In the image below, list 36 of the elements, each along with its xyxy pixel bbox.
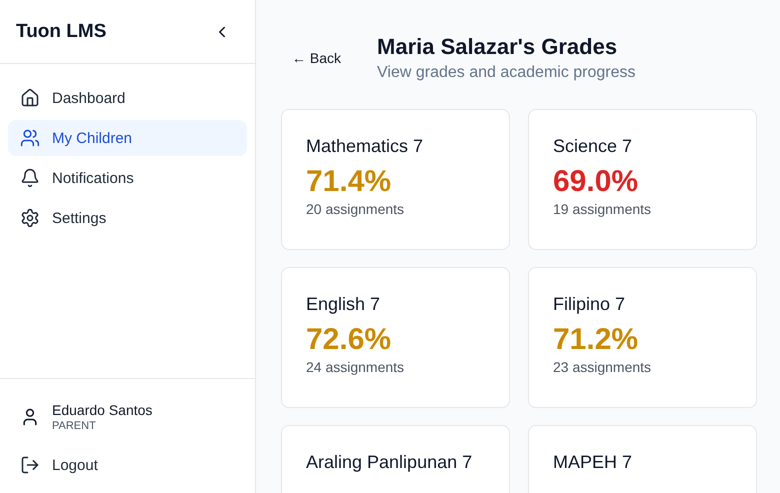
grade-card[interactable]: MAPEH 7: [528, 425, 757, 493]
grade-card[interactable]: English 7 72.6% 24 assignments: [281, 267, 510, 408]
subject-name: Filipino 7: [553, 294, 626, 315]
house-icon: [20, 88, 40, 108]
grade-card[interactable]: Science 7 69.0% 19 assignments: [528, 109, 757, 250]
grade-card[interactable]: Araling Panlipunan 7: [281, 425, 510, 493]
subject-name: English 7: [306, 294, 382, 315]
page-title: Maria Salazar's Grades: [377, 33, 618, 61]
nav-item[interactable]: Settings: [8, 200, 247, 236]
people-icon: [20, 128, 40, 148]
bell-icon: [20, 168, 40, 188]
logout-icon: [20, 455, 40, 475]
subject-name: MAPEH 7: [553, 452, 634, 473]
assignment-count: 19 assignments: [553, 201, 652, 217]
grade-percent: 71.4%: [306, 165, 392, 199]
assignment-count: 20 assignments: [306, 201, 406, 217]
gear-icon: [20, 208, 40, 228]
assignment-count: 24 assignments: [306, 359, 406, 375]
page-subtitle: View grades and academic progress: [377, 64, 636, 82]
subject-name: Mathematics 7: [306, 136, 424, 157]
brand-name: Tuon LMS: [16, 20, 106, 42]
nav-item[interactable]: Notifications: [8, 160, 247, 196]
grade-percent: 71.2%: [553, 323, 640, 357]
grade-card[interactable]: Filipino 7 71.2% 23 assignments: [528, 267, 757, 408]
grade-card[interactable]: Mathematics 7 71.4% 20 assignments: [281, 109, 510, 250]
nav-item[interactable]: Dashboard: [8, 80, 247, 116]
grade-percent: 69.0%: [553, 165, 640, 199]
assignment-count: 23 assignments: [553, 359, 652, 375]
subject-name: Araling Panlipunan 7: [306, 452, 474, 473]
back-button[interactable]: ← Back: [280, 42, 354, 74]
nav-item[interactable]: My Children: [8, 120, 247, 156]
subject-name: Science 7: [553, 136, 634, 157]
user-role: PARENT: [52, 420, 97, 432]
logout-link[interactable]: Logout: [8, 445, 247, 485]
grade-percent: 72.6%: [306, 323, 392, 357]
user-name: Eduardo Santos: [52, 402, 152, 418]
